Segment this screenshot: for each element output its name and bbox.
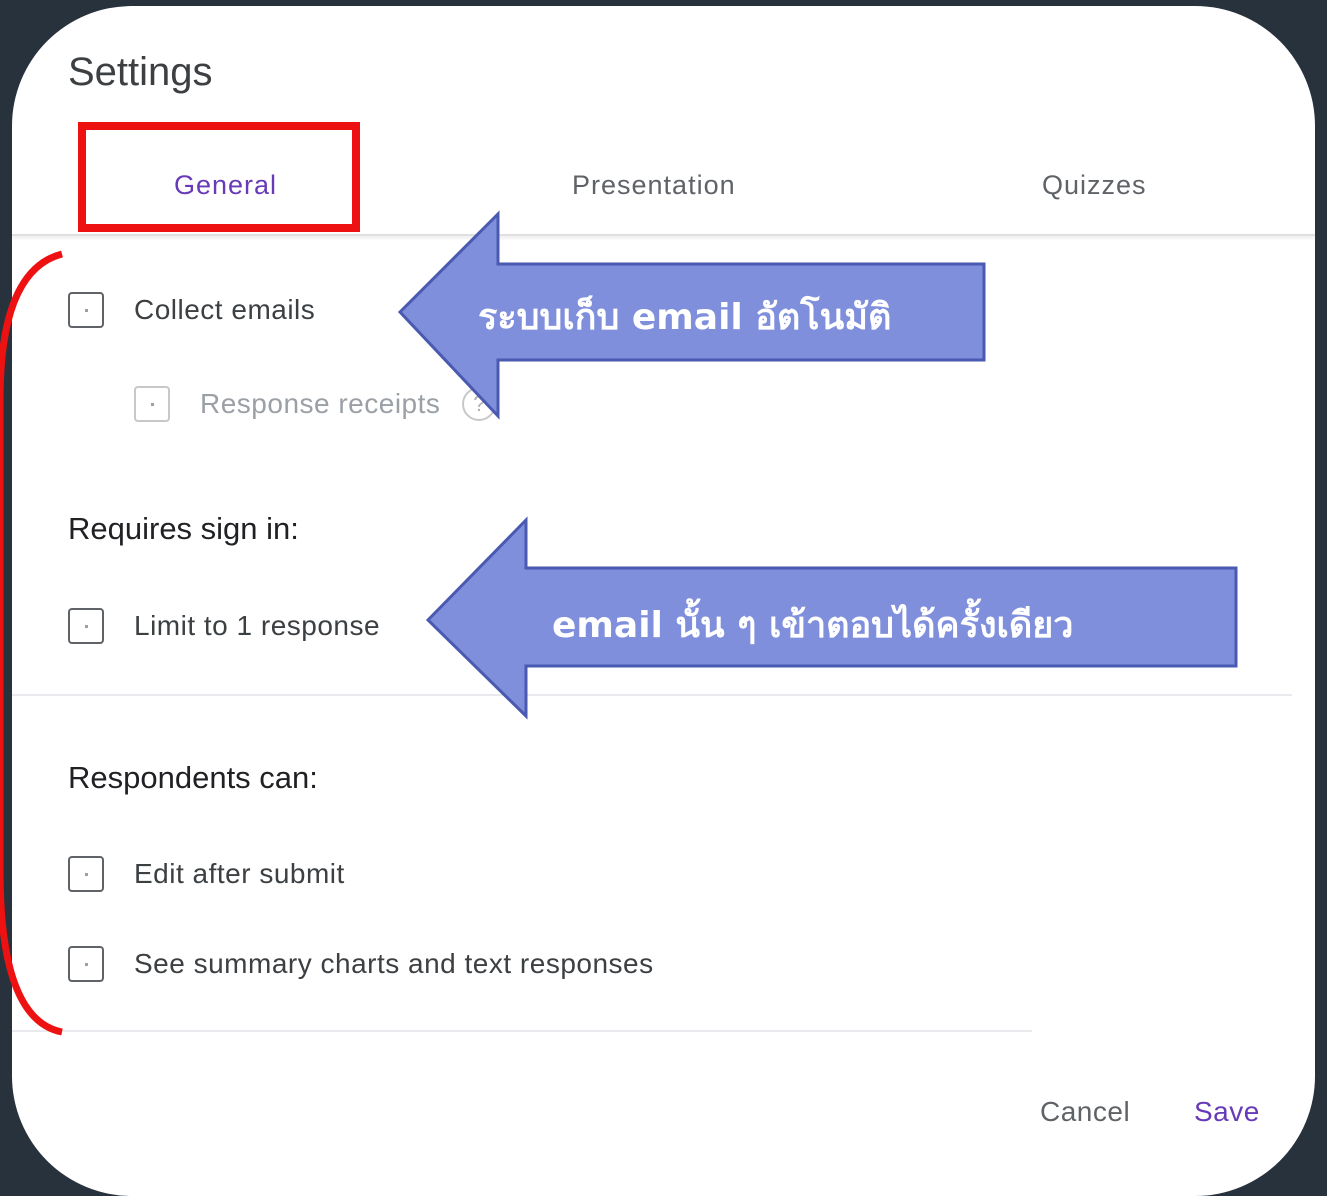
dialog-title: Settings xyxy=(68,50,213,94)
see-summary-label: See summary charts and text responses xyxy=(134,948,654,979)
arrow-annotation-text-2: email นั้น ๆ เข้าตอบได้ครั้งเดียว xyxy=(552,605,1074,646)
tab-quizzes[interactable]: Quizzes xyxy=(1042,170,1147,201)
respondents-can-heading: Respondents can: xyxy=(68,760,318,795)
edit-after-submit-row[interactable]: Edit after submit xyxy=(68,852,345,896)
limit-response-row[interactable]: Limit to 1 response xyxy=(68,604,380,648)
response-receipts-checkbox xyxy=(134,386,170,422)
collect-emails-label: Collect emails xyxy=(134,294,316,325)
arrow-annotation-text-1: ระบบเก็บ email อัตโนมัติ xyxy=(478,297,892,338)
save-button[interactable]: Save xyxy=(1194,1096,1260,1128)
general-tab-highlight xyxy=(78,122,360,232)
edit-after-submit-label: Edit after submit xyxy=(134,858,345,889)
tab-presentation[interactable]: Presentation xyxy=(572,170,736,201)
footer-divider xyxy=(12,1030,1032,1032)
see-summary-row[interactable]: See summary charts and text responses xyxy=(68,942,654,986)
cancel-button[interactable]: Cancel xyxy=(1040,1096,1130,1128)
requires-sign-in-heading: Requires sign in: xyxy=(68,511,299,546)
red-bracket-annotation xyxy=(0,250,63,1036)
collect-emails-row[interactable]: Collect emails xyxy=(68,288,315,332)
limit-response-label: Limit to 1 response xyxy=(134,610,381,641)
